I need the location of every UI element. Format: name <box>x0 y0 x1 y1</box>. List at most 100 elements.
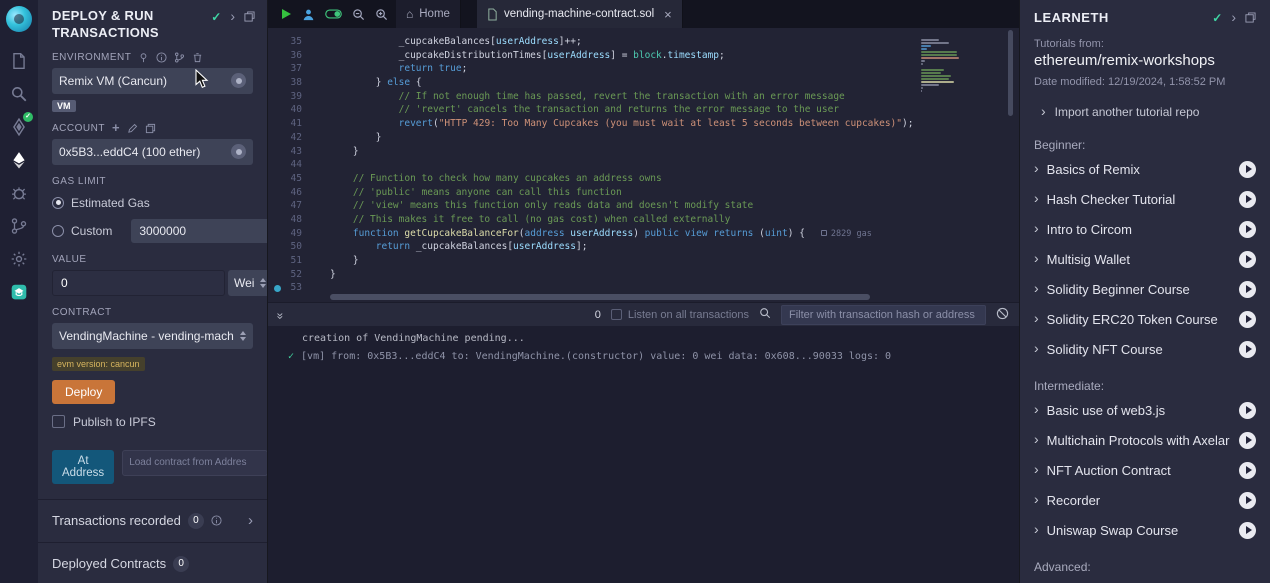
tab-vending-machine-contract[interactable]: vending-machine-contract.sol × <box>477 0 683 28</box>
user-icon[interactable] <box>302 8 315 21</box>
gutter-line[interactable]: 48 <box>268 213 316 227</box>
toggle-widgets-icon[interactable] <box>325 9 342 19</box>
value-input[interactable] <box>52 270 225 296</box>
remix-logo[interactable] <box>6 6 32 32</box>
search-icon[interactable] <box>759 307 771 322</box>
deployed-contracts-row[interactable]: Deployed Contracts 0 <box>38 543 267 583</box>
close-tab-icon[interactable]: × <box>664 7 672 22</box>
value-unit-select[interactable]: Wei <box>228 270 268 296</box>
gutter-line[interactable]: 50 <box>268 240 316 254</box>
gutter-line[interactable]: 40 <box>268 103 316 117</box>
code-line[interactable] <box>330 158 1019 172</box>
stepper-up-icon[interactable] <box>240 331 246 335</box>
gutter-line[interactable]: 45 <box>268 172 316 186</box>
deploy-button[interactable]: Deploy <box>52 380 115 404</box>
account-select[interactable]: 0x5B3...eddC4 (100 ether) <box>52 139 253 165</box>
code-line[interactable]: } <box>330 254 1019 268</box>
tutorial-item[interactable]: ›Basics of Remix <box>1034 154 1256 184</box>
play-tutorial-button[interactable] <box>1239 462 1256 479</box>
editor-horizontal-scrollbar[interactable] <box>268 292 1019 302</box>
gutter-line[interactable]: 51 <box>268 254 316 268</box>
edit-icon[interactable] <box>127 123 138 134</box>
popout-window-icon[interactable] <box>244 11 255 22</box>
code-line[interactable]: // 'view' means this function only reads… <box>330 199 1019 213</box>
play-tutorial-button[interactable] <box>1239 402 1256 419</box>
gutter-line[interactable]: 43 <box>268 145 316 159</box>
sidebar-icon-debugger[interactable] <box>0 176 38 209</box>
play-tutorial-button[interactable] <box>1239 522 1256 539</box>
clear-console-icon[interactable] <box>996 307 1009 323</box>
code-line[interactable]: // Function to check how many cupcakes a… <box>330 172 1019 186</box>
chevron-right-icon[interactable]: › <box>230 11 235 22</box>
sidebar-icon-deploy-and-run[interactable] <box>0 143 38 176</box>
gutter-line[interactable]: 47 <box>268 199 316 213</box>
estimated-gas-radio[interactable] <box>52 197 64 209</box>
play-tutorial-button[interactable] <box>1239 251 1256 268</box>
tutorial-item[interactable]: ›Solidity Beginner Course <box>1034 274 1256 304</box>
chevron-right-icon[interactable]: › <box>1231 12 1236 23</box>
breakpoint-dot[interactable] <box>274 285 281 292</box>
play-tutorial-button[interactable] <box>1239 221 1256 238</box>
at-address-button[interactable]: At Address <box>52 450 114 484</box>
code-line[interactable]: revert("HTTP 429: Too Many Cupcakes (you… <box>330 117 1019 131</box>
code-line[interactable]: } else { <box>330 76 1019 90</box>
play-tutorial-button[interactable] <box>1239 161 1256 178</box>
zoom-in-icon[interactable] <box>375 8 388 21</box>
zoom-out-icon[interactable] <box>352 8 365 21</box>
editor-vertical-scrollbar[interactable] <box>1008 30 1013 116</box>
sidebar-icon-file-explorer[interactable] <box>0 44 38 77</box>
listen-transactions-option[interactable]: Listen on all transactions <box>611 309 749 321</box>
tutorial-item[interactable]: ›Basic use of web3.js <box>1034 395 1256 425</box>
sidebar-icon-settings[interactable] <box>0 242 38 275</box>
tutorial-item[interactable]: ›Solidity NFT Course <box>1034 334 1256 364</box>
sidebar-icon-search[interactable] <box>0 77 38 110</box>
fork-icon[interactable] <box>174 52 185 63</box>
publish-ipfs-checkbox[interactable] <box>52 415 65 428</box>
code-line[interactable]: _cupcakeBalances[userAddress]++; <box>330 35 1019 49</box>
tutorial-item[interactable]: ›NFT Auction Contract <box>1034 455 1256 485</box>
custom-gas-radio[interactable] <box>52 225 64 237</box>
stepper-up-icon[interactable] <box>260 278 266 282</box>
tutorial-item[interactable]: ›All about Proxy Contracts <box>1034 576 1256 583</box>
code-line[interactable]: // This makes it free to call (no gas co… <box>330 213 1019 227</box>
horizontal-scroll-thumb[interactable] <box>330 294 870 300</box>
environment-select[interactable]: Remix VM (Cancun) <box>52 68 253 94</box>
code-line[interactable]: // 'public' means anyone can call this f… <box>330 186 1019 200</box>
gutter-line[interactable]: 42 <box>268 131 316 145</box>
stepper-down-icon[interactable] <box>240 337 246 341</box>
run-icon[interactable] <box>280 8 292 20</box>
account-info-circle-icon[interactable] <box>231 144 246 159</box>
tutorial-item[interactable]: ›Multichain Protocols with Axelar <box>1034 425 1256 455</box>
custom-gas-input[interactable] <box>131 219 268 243</box>
sidebar-icon-learneth-plugin[interactable] <box>0 275 38 308</box>
gutter-line[interactable]: 35 <box>268 35 316 49</box>
code-line[interactable]: } <box>330 131 1019 145</box>
environment-info-circle-icon[interactable] <box>231 73 246 88</box>
tab-home[interactable]: ⌂ Home <box>396 0 461 28</box>
code-line[interactable]: function getCupcakeBalanceFor(address us… <box>330 227 1019 241</box>
gutter-line[interactable]: 53 <box>268 281 316 292</box>
code-line[interactable]: } <box>330 268 1019 282</box>
chevron-right-icon[interactable]: › <box>248 515 253 527</box>
info-icon[interactable] <box>211 515 222 526</box>
gutter-line[interactable]: 41 <box>268 117 316 131</box>
terminal-output[interactable]: creation of VendingMachine pending... ✓ … <box>268 326 1019 583</box>
copy-icon[interactable] <box>145 123 156 134</box>
tutorial-item[interactable]: ›Hash Checker Tutorial <box>1034 184 1256 214</box>
gutter-line[interactable]: 36 <box>268 49 316 63</box>
add-account-icon[interactable]: + <box>112 123 120 133</box>
stepper-down-icon[interactable] <box>260 284 266 288</box>
code-line[interactable]: } <box>330 145 1019 159</box>
sidebar-icon-source-control[interactable] <box>0 209 38 242</box>
code-line[interactable]: _cupcakeDistributionTimes[userAddress] =… <box>330 49 1019 63</box>
play-tutorial-button[interactable] <box>1239 432 1256 449</box>
code-line[interactable]: return true; <box>330 62 1019 76</box>
trash-icon[interactable] <box>192 52 203 63</box>
gutter-line[interactable]: 52 <box>268 268 316 282</box>
code-line[interactable] <box>330 281 1019 292</box>
code-line[interactable]: // 'revert' cancels the transaction and … <box>330 103 1019 117</box>
code-editor[interactable]: 35363738394041424344454647484950515253 _… <box>268 28 1019 292</box>
publish-ipfs-row[interactable]: Publish to IPFS <box>52 415 253 429</box>
tutorial-item[interactable]: ›Intro to Circom <box>1034 214 1256 244</box>
custom-gas-option[interactable]: Custom <box>52 219 253 243</box>
